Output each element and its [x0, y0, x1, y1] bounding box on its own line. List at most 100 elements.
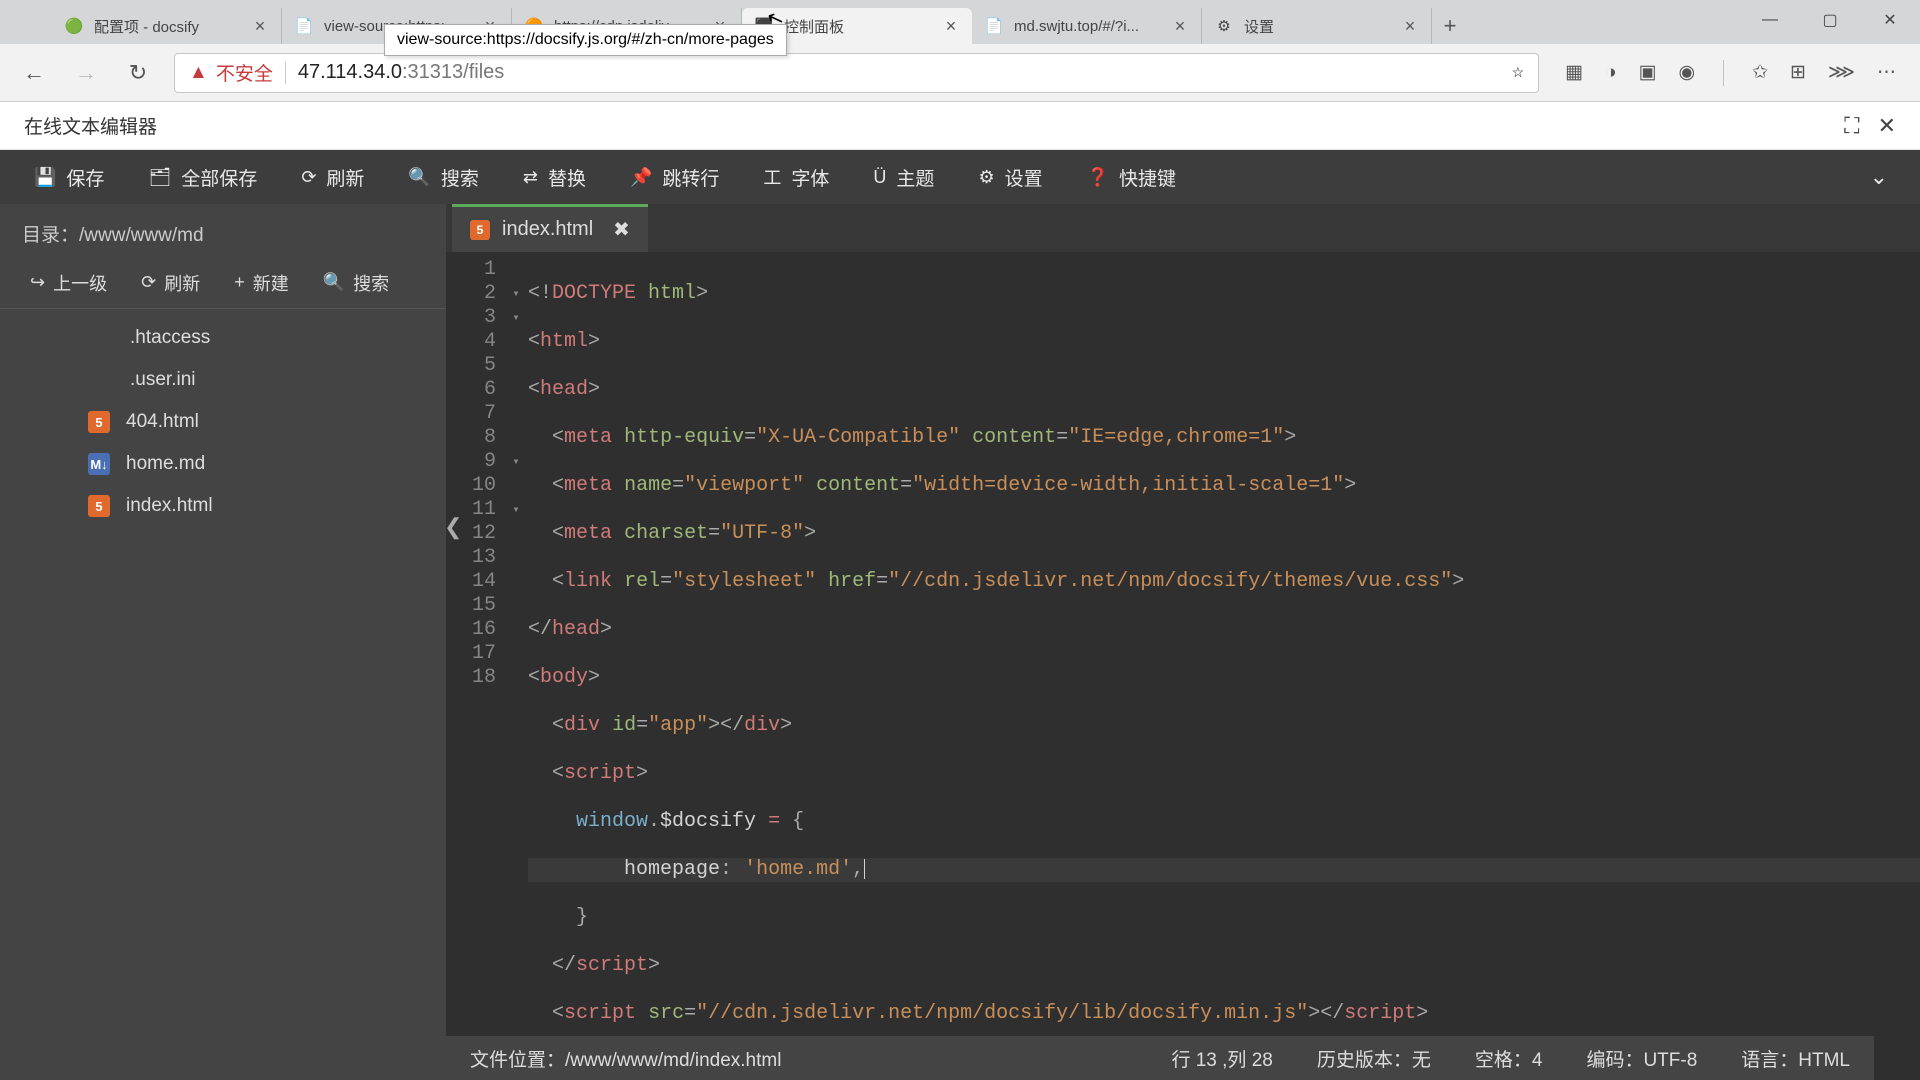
- replace-icon: ⇄: [523, 167, 538, 188]
- file-name: .user.ini: [130, 369, 195, 391]
- forward-button[interactable]: →: [62, 49, 110, 97]
- chevron-down-icon[interactable]: ⌄: [1852, 164, 1906, 190]
- gear-icon: ⚙: [1214, 16, 1234, 36]
- browser-tab[interactable]: 📄 md.swjtu.top/#/?i... ×: [972, 8, 1202, 44]
- refresh-icon: ⟳: [301, 167, 316, 188]
- favorites-icon[interactable]: ✩: [1752, 61, 1768, 84]
- back-button[interactable]: ←: [10, 49, 58, 97]
- close-app-icon[interactable]: ✕: [1878, 113, 1896, 139]
- main-area: 目录：/www/www/md ↪上一级 ⟳刷新 +新建 🔍搜索 .htacces…: [0, 204, 1920, 1080]
- share-icon: ↪: [30, 272, 45, 293]
- html-icon: 5: [88, 495, 110, 517]
- settings-button[interactable]: ⚙设置: [958, 156, 1062, 198]
- close-icon[interactable]: ×: [251, 17, 269, 35]
- status-bar: 文件位置：/www/www/md/index.html 行 13 ,列 28 历…: [446, 1036, 1874, 1080]
- collapse-sidebar-icon[interactable]: ❮: [444, 514, 462, 540]
- app-title: 在线文本编辑器: [24, 112, 157, 139]
- font-button[interactable]: 工字体: [743, 156, 849, 198]
- plus-icon: +: [234, 272, 245, 293]
- refresh-icon: ⟳: [141, 272, 156, 293]
- tab-tooltip: view-source:https://docsify.js.org/#/zh-…: [384, 24, 787, 56]
- file-item[interactable]: 5index.html: [0, 485, 446, 527]
- browser-tab-strip: 🟢 配置项 - docsify × 📄 view-source:https:..…: [0, 0, 1920, 44]
- file-item[interactable]: M↓home.md: [0, 443, 446, 485]
- tab-title: 配置项 - docsify: [94, 16, 245, 37]
- address-bar: ← → ↻ ▲不安全 47.114.34.0:31313/files ☆ ▦ ◑…: [0, 44, 1920, 102]
- sidebar: 目录：/www/www/md ↪上一级 ⟳刷新 +新建 🔍搜索 .htacces…: [0, 204, 446, 1080]
- sidebar-search-button[interactable]: 🔍搜索: [311, 270, 401, 296]
- refresh-button[interactable]: ⟳刷新: [281, 156, 384, 198]
- save-all-icon: 🗂: [148, 167, 171, 188]
- minimize-button[interactable]: —: [1740, 0, 1800, 40]
- hotkey-button[interactable]: ❓快捷键: [1067, 156, 1196, 198]
- search-button[interactable]: 🔍搜索: [388, 156, 498, 198]
- browser-tab[interactable]: 🟢 配置项 - docsify ×: [52, 8, 282, 44]
- security-badge[interactable]: ▲不安全: [189, 59, 273, 86]
- encoding-status[interactable]: 编码：UTF-8: [1586, 1045, 1697, 1072]
- theme-icon: Ü: [873, 167, 886, 188]
- tab-title: 控制面板: [784, 16, 936, 37]
- file-item[interactable]: 5404.html: [0, 401, 446, 443]
- tab-title: md.swjtu.top/#/?i...: [1014, 18, 1165, 35]
- url-input[interactable]: ▲不安全 47.114.34.0:31313/files ☆: [174, 53, 1539, 93]
- fold-column[interactable]: ▾▾▾▾: [508, 252, 524, 1080]
- close-icon[interactable]: ×: [942, 17, 960, 35]
- up-level-button[interactable]: ↪上一级: [18, 270, 119, 296]
- goto-icon: 📌: [630, 167, 652, 188]
- close-window-button[interactable]: ✕: [1860, 0, 1920, 40]
- ext-icon[interactable]: ◑: [1605, 62, 1616, 84]
- fullscreen-icon[interactable]: ⛶: [1844, 113, 1859, 139]
- file-item[interactable]: .htaccess: [0, 317, 446, 359]
- page-favicon: 📄: [294, 16, 314, 36]
- file-tabs: 5 index.html ✖: [446, 204, 1920, 252]
- code-area[interactable]: 123456789101112131415161718 ▾▾▾▾ <!DOCTY…: [446, 252, 1920, 1080]
- reload-button[interactable]: ↻: [114, 49, 162, 97]
- theme-button[interactable]: Ü主题: [853, 156, 954, 198]
- tab-title: 设置: [1244, 16, 1395, 37]
- maximize-button[interactable]: ▢: [1800, 0, 1860, 40]
- profile-icon[interactable]: ◉: [1679, 61, 1696, 84]
- file-location: 文件位置：/www/www/md/index.html: [470, 1045, 1127, 1072]
- app-header: 在线文本编辑器 ⛶ ✕: [0, 102, 1920, 150]
- new-file-button[interactable]: +新建: [222, 270, 301, 296]
- ext-icon[interactable]: ▣: [1639, 61, 1657, 84]
- menu-icon[interactable]: ⋯: [1877, 61, 1896, 84]
- divider: [285, 62, 286, 84]
- new-tab-button[interactable]: +: [1432, 8, 1468, 44]
- save-icon: 💾: [34, 167, 56, 188]
- close-icon[interactable]: ✖: [613, 217, 630, 242]
- close-icon[interactable]: ×: [1171, 17, 1189, 35]
- save-button[interactable]: 💾保存: [14, 156, 124, 198]
- ext-icon[interactable]: ▦: [1565, 61, 1583, 84]
- editor: 5 index.html ✖ ❮ 12345678910111213141516…: [446, 204, 1920, 1080]
- indent-status[interactable]: 空格：4: [1475, 1045, 1543, 1072]
- toolbar: 💾保存 🗂全部保存 ⟳刷新 🔍搜索 ⇄替换 📌跳转行 工字体 Ü主题 ⚙设置 ❓…: [0, 150, 1920, 204]
- goto-line-button[interactable]: 📌跳转行: [610, 156, 739, 198]
- help-icon: ❓: [1087, 167, 1109, 188]
- extensions: ▦ ◑ ▣ ◉ ✩ ⊞ ⋙ ⋯: [1551, 60, 1910, 86]
- file-name: 404.html: [126, 411, 199, 433]
- line-gutter: 123456789101112131415161718: [446, 252, 508, 1080]
- sidebar-refresh-button[interactable]: ⟳刷新: [129, 270, 212, 296]
- replace-button[interactable]: ⇄替换: [503, 156, 606, 198]
- file-name: home.md: [126, 453, 205, 475]
- ext-icon[interactable]: ⋙: [1828, 61, 1855, 84]
- collections-icon[interactable]: ⊞: [1790, 61, 1806, 84]
- file-tab-title: index.html: [502, 218, 593, 241]
- file-tab-active[interactable]: 5 index.html ✖: [452, 204, 648, 252]
- search-icon: 🔍: [408, 167, 430, 188]
- save-all-button[interactable]: 🗂全部保存: [128, 156, 277, 198]
- window-controls: — ▢ ✕: [1740, 0, 1920, 40]
- history-status[interactable]: 历史版本：无: [1317, 1045, 1431, 1072]
- sidebar-actions: ↪上一级 ⟳刷新 +新建 🔍搜索: [0, 257, 446, 309]
- file-item[interactable]: .user.ini: [0, 359, 446, 401]
- cursor-position: 行 13 ,列 28: [1171, 1045, 1272, 1072]
- html-icon: 5: [470, 220, 490, 240]
- font-icon: 工: [763, 164, 781, 190]
- star-icon[interactable]: ☆: [1512, 64, 1525, 81]
- code-content[interactable]: <!DOCTYPE html> <html> <head> <meta http…: [524, 252, 1920, 1080]
- language-status[interactable]: 语言：HTML: [1741, 1045, 1850, 1072]
- divider: [1723, 60, 1724, 86]
- browser-tab[interactable]: ⚙ 设置 ×: [1202, 8, 1432, 44]
- close-icon[interactable]: ×: [1401, 17, 1419, 35]
